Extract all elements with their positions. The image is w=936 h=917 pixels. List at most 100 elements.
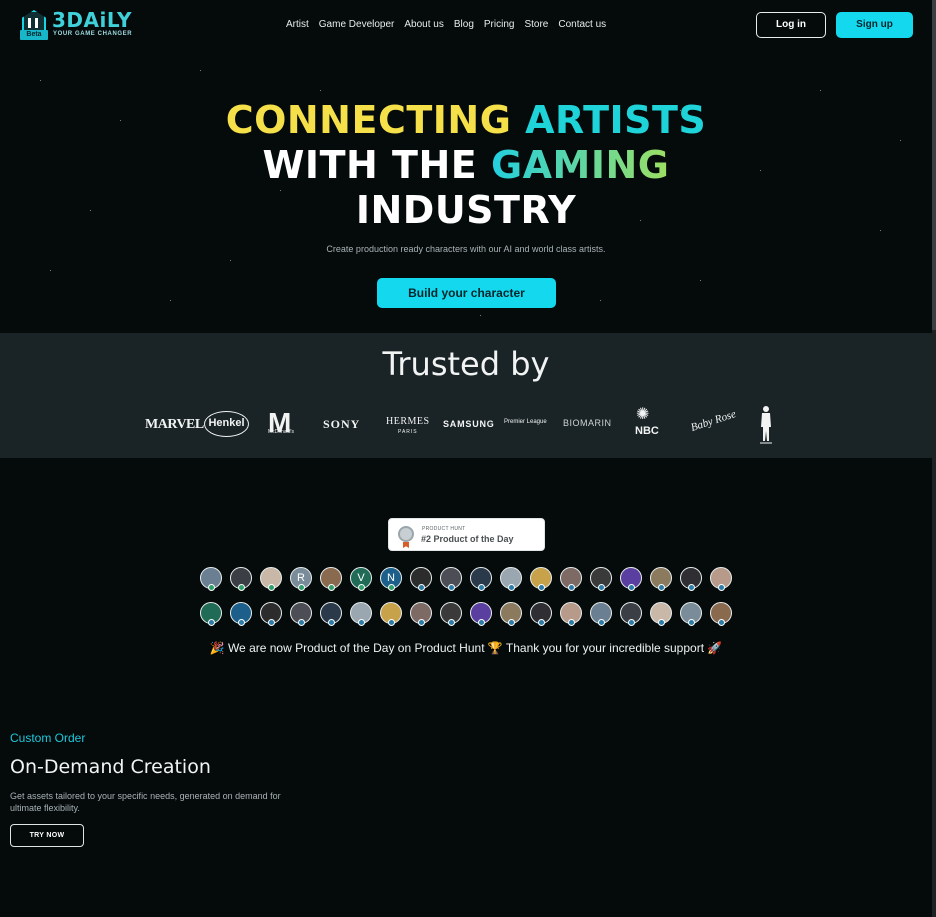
brand-logo[interactable]: Beta 3DAiLY YOUR GAME CHANGER bbox=[20, 8, 140, 42]
headline-gaming: GAMING bbox=[490, 143, 670, 187]
upvote-badge-icon bbox=[448, 619, 455, 626]
hero-section: CONNECTING ARTISTS WITH THE GAMING INDUS… bbox=[0, 50, 932, 333]
figure-silhouette-logo bbox=[757, 405, 775, 445]
supporter-avatar[interactable] bbox=[560, 567, 582, 591]
custom-order-title: On-Demand Creation bbox=[10, 756, 211, 778]
upvote-badge-icon bbox=[268, 619, 275, 626]
supporter-avatar[interactable] bbox=[680, 567, 702, 591]
build-character-button[interactable]: Build your character bbox=[377, 278, 556, 308]
headline-industry: INDUSTRY bbox=[355, 188, 577, 232]
signup-button[interactable]: Sign up bbox=[836, 12, 913, 38]
page-scrollbar[interactable] bbox=[932, 0, 936, 917]
trusted-by-section: Trusted by MARVEL Henkel M McDonald's SO… bbox=[0, 333, 932, 458]
supporter-avatar[interactable] bbox=[260, 567, 282, 591]
supporter-avatar[interactable] bbox=[590, 567, 612, 591]
supporter-avatar[interactable] bbox=[650, 567, 672, 591]
supporter-avatar[interactable] bbox=[410, 602, 432, 626]
nav-game-developer[interactable]: Game Developer bbox=[319, 19, 395, 31]
upvote-badge-icon bbox=[208, 584, 215, 591]
logo-tagline: YOUR GAME CHANGER bbox=[53, 31, 133, 37]
upvote-badge-icon bbox=[628, 584, 635, 591]
upvote-badge-icon bbox=[478, 584, 485, 591]
supporter-avatar[interactable] bbox=[290, 602, 312, 626]
supporter-avatar[interactable] bbox=[530, 602, 552, 626]
supporter-avatar[interactable] bbox=[230, 602, 252, 626]
nav-blog[interactable]: Blog bbox=[454, 19, 474, 31]
biomarin-logo: BIOMARIN bbox=[563, 418, 612, 428]
supporter-avatar[interactable] bbox=[590, 602, 612, 626]
nav-about-us[interactable]: About us bbox=[404, 19, 443, 31]
trusted-title: Trusted by bbox=[382, 345, 550, 383]
nav-store[interactable]: Store bbox=[524, 19, 548, 31]
product-hunt-thanks: 🎉 We are now Product of the Day on Produ… bbox=[209, 641, 723, 655]
supporter-avatar[interactable] bbox=[380, 602, 402, 626]
upvote-badge-icon bbox=[688, 584, 695, 591]
supporter-avatar[interactable]: N bbox=[380, 567, 402, 591]
supporter-avatar[interactable]: R bbox=[290, 567, 312, 591]
hermes-paris: PARIS bbox=[398, 429, 418, 435]
nav-artist[interactable]: Artist bbox=[286, 19, 309, 31]
upvote-badge-icon bbox=[328, 584, 335, 591]
supporter-avatar[interactable] bbox=[710, 602, 732, 626]
upvote-badge-icon bbox=[358, 584, 365, 591]
supporter-avatar[interactable] bbox=[320, 602, 342, 626]
supporter-avatar[interactable] bbox=[710, 567, 732, 591]
upvote-badge-icon bbox=[598, 619, 605, 626]
supporter-avatar[interactable] bbox=[230, 567, 252, 591]
nbc-logo: NBC bbox=[635, 425, 659, 437]
upvote-badge-icon bbox=[718, 584, 725, 591]
custom-order-description: Get assets tailored to your specific nee… bbox=[10, 791, 281, 813]
nav-pricing[interactable]: Pricing bbox=[484, 19, 515, 31]
headline-with-the: WITH THE bbox=[262, 143, 491, 187]
supporter-avatar[interactable] bbox=[350, 602, 372, 626]
supporter-avatar[interactable] bbox=[410, 567, 432, 591]
supporter-avatar[interactable] bbox=[320, 567, 342, 591]
supporter-avatar[interactable] bbox=[650, 602, 672, 626]
supporter-avatar[interactable] bbox=[260, 602, 282, 626]
upvote-badge-icon bbox=[628, 619, 635, 626]
upvote-badge-icon bbox=[598, 584, 605, 591]
nbc-peacock-icon: ✺ bbox=[636, 406, 650, 423]
product-hunt-badge[interactable]: PRODUCT HUNT #2 Product of the Day bbox=[388, 518, 545, 551]
supporter-avatar[interactable] bbox=[470, 602, 492, 626]
supporter-avatar[interactable] bbox=[620, 567, 642, 591]
upvote-badge-icon bbox=[658, 584, 665, 591]
mcdonalds-wordmark: McDonald's bbox=[268, 429, 294, 435]
supporter-avatar[interactable] bbox=[680, 602, 702, 626]
medal-icon bbox=[398, 526, 414, 542]
product-of-day-label: #2 Product of the Day bbox=[421, 534, 514, 544]
supporter-avatar[interactable] bbox=[620, 602, 642, 626]
nav-contact-us[interactable]: Contact us bbox=[558, 19, 606, 31]
upvote-badge-icon bbox=[538, 584, 545, 591]
supporter-avatar[interactable] bbox=[440, 567, 462, 591]
upvote-badge-icon bbox=[568, 619, 575, 626]
supporter-avatar[interactable] bbox=[530, 567, 552, 591]
login-button[interactable]: Log in bbox=[756, 12, 826, 38]
supporter-avatar[interactable] bbox=[200, 602, 222, 626]
hero-subtitle: Create production ready characters with … bbox=[326, 244, 606, 254]
henkel-logo: Henkel bbox=[204, 411, 249, 437]
supporter-avatar[interactable] bbox=[500, 602, 522, 626]
upvote-badge-icon bbox=[508, 584, 515, 591]
supporter-avatar[interactable] bbox=[200, 567, 222, 591]
baby-rose-logo: Baby Rose bbox=[689, 408, 738, 434]
upvote-badge-icon bbox=[388, 619, 395, 626]
supporter-avatar[interactable] bbox=[470, 567, 492, 591]
headline-artists: ARTISTS bbox=[525, 98, 707, 142]
upvote-badge-icon bbox=[208, 619, 215, 626]
hero-headline: CONNECTING ARTISTS WITH THE GAMING INDUS… bbox=[0, 98, 932, 233]
supporter-avatar[interactable] bbox=[500, 567, 522, 591]
headline-connecting: CONNECTING bbox=[225, 98, 526, 142]
logo-wordmark: 3DAiLY bbox=[52, 8, 132, 32]
supporter-avatar[interactable]: V bbox=[350, 567, 372, 591]
supporter-avatar[interactable] bbox=[560, 602, 582, 626]
upvote-badge-icon bbox=[688, 619, 695, 626]
upvote-badge-icon bbox=[358, 619, 365, 626]
main-nav: Artist Game Developer About us Blog Pric… bbox=[286, 19, 616, 31]
samsung-logo: SAMSUNG bbox=[443, 419, 495, 429]
supporter-avatar[interactable] bbox=[440, 602, 462, 626]
upvote-badge-icon bbox=[418, 619, 425, 626]
upvote-badge-icon bbox=[538, 619, 545, 626]
try-now-button[interactable]: TRY NOW bbox=[10, 824, 84, 847]
scrollbar-thumb[interactable] bbox=[932, 0, 936, 330]
